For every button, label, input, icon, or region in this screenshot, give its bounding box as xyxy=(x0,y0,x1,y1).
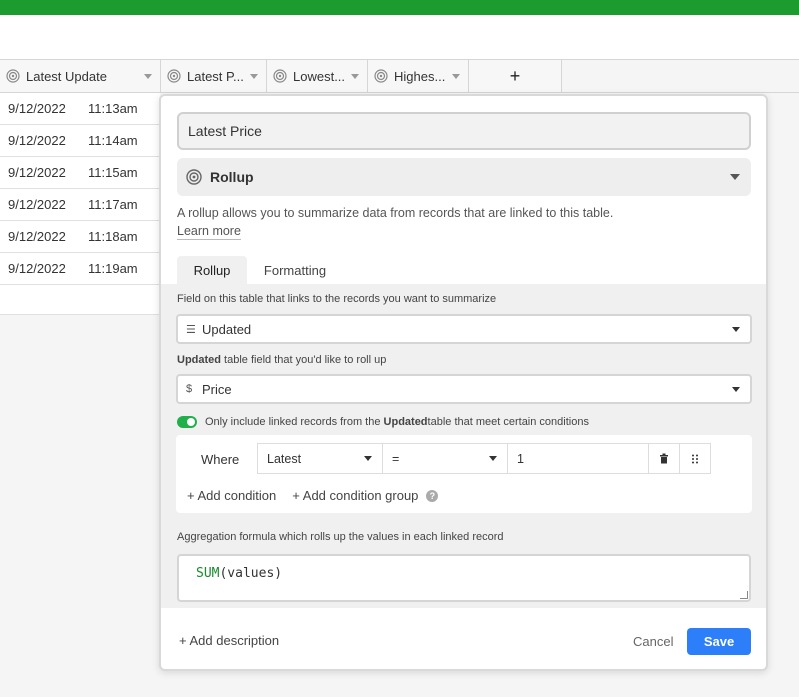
date-cell: 9/12/2022 xyxy=(8,165,66,180)
currency-icon: $ xyxy=(186,383,193,395)
view-toolbar xyxy=(0,15,799,60)
formula-args: (values) xyxy=(219,566,283,581)
field-name-input[interactable]: Latest Price xyxy=(177,112,751,150)
add-condition-button[interactable]: + Add condition xyxy=(187,488,276,503)
conditions-box: Where Latest = 1 + Add condition + Add c… xyxy=(176,435,752,513)
toggle-text-post: table that meet certain conditions xyxy=(427,416,589,428)
link-field-select[interactable]: ☰ Updated xyxy=(176,314,752,344)
tab-rollup[interactable]: Rollup xyxy=(177,256,247,284)
trash-icon xyxy=(660,453,668,464)
plus-icon: + xyxy=(509,65,521,86)
table-row[interactable]: 9/12/2022 11:13am xyxy=(0,93,160,125)
toggle-text-table: Updated xyxy=(383,416,428,428)
table-row[interactable]: 9/12/2022 11:14am xyxy=(0,125,160,157)
column-header-label: Latest P... xyxy=(187,68,244,84)
drag-handle-icon xyxy=(692,454,698,463)
field-config-dialog: Latest Price Rollup A rollup allows you … xyxy=(159,94,768,671)
time-cell: 11:14am xyxy=(88,133,138,148)
linked-record-icon: ☰ xyxy=(186,323,196,336)
time-cell: 11:19am xyxy=(88,261,138,276)
formula-function: SUM xyxy=(196,566,220,581)
column-header-latest-price[interactable]: Latest P... xyxy=(161,60,267,92)
condition-operator-value: = xyxy=(392,451,400,466)
chevron-down-icon xyxy=(489,456,497,461)
rollup-icon xyxy=(374,69,388,83)
rollup-icon xyxy=(6,69,20,83)
app-topbar xyxy=(0,0,799,15)
drag-handle[interactable] xyxy=(679,443,711,474)
add-condition-group-button[interactable]: + Add condition group xyxy=(292,488,418,503)
column-header-label: Lowest... xyxy=(293,68,346,84)
field-type-label: Rollup xyxy=(210,169,254,185)
column-header-label: Latest Update xyxy=(26,68,107,84)
rollup-icon xyxy=(273,69,287,83)
delete-condition-button[interactable] xyxy=(648,443,680,474)
time-cell: 11:17am xyxy=(88,197,138,212)
rollup-icon xyxy=(167,69,181,83)
table-row[interactable]: 9/12/2022 11:17am xyxy=(0,189,160,221)
add-row-area[interactable] xyxy=(0,285,160,315)
field-type-select[interactable]: Rollup xyxy=(177,158,751,196)
save-button[interactable]: Save xyxy=(687,628,751,655)
chevron-down-icon[interactable] xyxy=(250,73,258,79)
help-icon[interactable]: ? xyxy=(426,489,439,502)
where-label: Where xyxy=(201,452,240,467)
date-cell: 9/12/2022 xyxy=(8,261,66,276)
date-cell: 9/12/2022 xyxy=(8,229,66,244)
table-row[interactable]: 9/12/2022 11:15am xyxy=(0,157,160,189)
chevron-down-icon[interactable] xyxy=(144,73,152,79)
column-header-row: Latest Update Latest P... Lowest... High… xyxy=(0,60,799,93)
add-column-button[interactable]: + xyxy=(469,60,562,92)
conditions-toggle[interactable] xyxy=(177,416,197,428)
rollup-field-label: Updated table field that you'd like to r… xyxy=(177,354,386,366)
chevron-down-icon xyxy=(364,456,372,461)
rollup-field-select[interactable]: $ Price xyxy=(176,374,752,404)
time-cell: 11:18am xyxy=(88,229,138,244)
link-field-value: Updated xyxy=(202,321,252,337)
condition-value-input[interactable]: 1 xyxy=(507,443,649,474)
date-cell: 9/12/2022 xyxy=(8,133,66,148)
learn-more-link[interactable]: Learn more xyxy=(177,224,241,240)
chevron-down-icon[interactable] xyxy=(452,73,460,79)
chevron-down-icon xyxy=(732,326,740,332)
condition-operator-select[interactable]: = xyxy=(382,443,508,474)
time-cell: 11:13am xyxy=(88,101,138,116)
field-type-description: A rollup allows you to summarize data fr… xyxy=(177,206,614,220)
aggregation-formula-input[interactable]: SUM(values) xyxy=(177,554,751,602)
condition-field-select[interactable]: Latest xyxy=(257,443,383,474)
column-header-label: Highes... xyxy=(394,68,446,84)
condition-value: 1 xyxy=(517,451,524,466)
add-description-button[interactable]: + Add description xyxy=(179,633,279,648)
column-header-latest-update[interactable]: Latest Update xyxy=(0,60,161,92)
link-field-label: Field on this table that links to the re… xyxy=(177,293,497,305)
toggle-text-pre: Only include linked records from the xyxy=(205,416,381,428)
condition-field-value: Latest xyxy=(267,451,302,466)
rollup-field-value: Price xyxy=(202,381,232,397)
table-row[interactable]: 9/12/2022 11:19am xyxy=(0,253,160,285)
table-rows: 9/12/2022 11:13am 9/12/2022 11:14am 9/12/2… xyxy=(0,93,160,315)
rollup-field-label-table: Updated xyxy=(177,354,221,366)
table-row[interactable]: 9/12/2022 11:18am xyxy=(0,221,160,253)
rollup-icon xyxy=(186,169,202,185)
conditions-toggle-row: Only include linked records from the Upd… xyxy=(177,415,589,429)
aggregation-label: Aggregation formula which rolls up the v… xyxy=(177,531,504,543)
date-cell: 9/12/2022 xyxy=(8,197,66,212)
column-header-highest[interactable]: Highes... xyxy=(368,60,469,92)
cancel-button[interactable]: Cancel xyxy=(633,634,673,649)
date-cell: 9/12/2022 xyxy=(8,101,66,116)
resize-handle-icon[interactable] xyxy=(740,591,748,599)
chevron-down-icon xyxy=(730,174,740,180)
condition-actions: + Add condition + Add condition group ? xyxy=(187,488,439,503)
chevron-down-icon xyxy=(732,386,740,392)
rollup-field-label-rest: table field that you'd like to roll up xyxy=(221,354,387,366)
time-cell: 11:15am xyxy=(88,165,138,180)
column-header-lowest[interactable]: Lowest... xyxy=(267,60,368,92)
chevron-down-icon[interactable] xyxy=(351,73,359,79)
tab-formatting[interactable]: Formatting xyxy=(259,256,331,284)
